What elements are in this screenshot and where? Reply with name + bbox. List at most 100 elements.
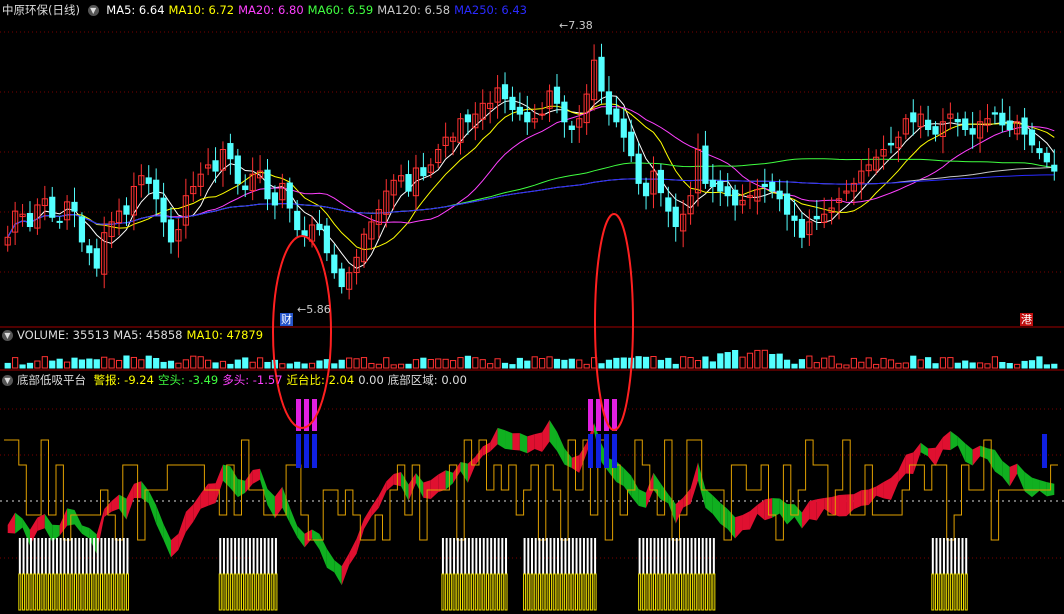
stock-chart[interactable] — [0, 0, 1064, 614]
volume-bar — [160, 361, 167, 369]
candle-body — [93, 248, 100, 269]
volume-toggle-icon[interactable]: ▼ — [2, 330, 13, 341]
volume-bar — [962, 360, 969, 369]
candle-body — [1036, 148, 1043, 154]
candle-body — [761, 183, 768, 187]
volume-bar — [783, 359, 791, 369]
bottom-signal-bar — [85, 538, 88, 574]
volume-bar — [472, 357, 479, 369]
volume-bar — [702, 356, 709, 369]
indicator-ribbon-segment — [148, 490, 157, 524]
bottom-zone-bar — [118, 573, 122, 611]
candle-body — [1028, 129, 1036, 146]
bottom-signal-bar — [675, 538, 678, 574]
bottom-zone-bar — [964, 573, 968, 611]
bottom-zone-bar — [578, 573, 582, 611]
bottom-zone-bar — [463, 573, 467, 611]
candle-body — [420, 167, 427, 177]
indicator-ribbon-segment — [438, 470, 446, 493]
short-signal-bar — [588, 434, 593, 468]
bottom-signal-bar — [683, 538, 686, 574]
bottom-signal-bar — [954, 538, 957, 574]
candle-body — [665, 197, 672, 212]
volume-bar — [1036, 356, 1043, 369]
bottom-zone-bar — [931, 573, 935, 611]
bottom-signal-bar — [237, 538, 240, 574]
volume-bar — [41, 356, 48, 369]
bottom-signal-bar — [679, 538, 682, 574]
candle-body — [78, 216, 86, 243]
volume-bar — [101, 356, 108, 369]
volume-bar — [360, 357, 368, 369]
volume-bar — [724, 352, 731, 369]
volume-legend-item-0: VOLUME: 35513 — [17, 328, 110, 342]
bottom-zone-bar — [693, 573, 697, 611]
bottom-zone-bar — [36, 573, 40, 611]
bottom-zone-bar — [949, 573, 953, 611]
candle-body — [910, 112, 917, 123]
volume-bar — [123, 355, 130, 369]
volume-bar — [791, 363, 798, 369]
bottom-zone-bar — [241, 573, 245, 611]
bottom-zone-bar — [682, 573, 686, 611]
volume-bar — [398, 363, 405, 369]
candle-body — [991, 112, 999, 115]
volume-bar — [256, 357, 264, 369]
bottom-zone-bar — [25, 573, 29, 611]
short-signal-bar — [612, 434, 617, 468]
volume-bar — [234, 359, 241, 369]
volume-bar — [687, 356, 694, 369]
bottom-signal-bar — [534, 538, 537, 574]
indicator-legend: 警报: -9.24 空头: -3.49 多头: -1.57 近台比: 2.04 0.00… — [94, 373, 471, 387]
bottom-signal-bar — [67, 538, 70, 574]
finance-marker[interactable]: 财 — [280, 313, 293, 326]
bottom-zone-bar — [667, 573, 671, 611]
short-signal-bar — [596, 434, 601, 468]
bottom-signal-bar — [575, 538, 578, 574]
volume-legend-item-2: MA10: 47879 — [186, 328, 264, 342]
bottom-zone-bar — [660, 573, 664, 611]
bottom-signal-bar — [263, 538, 266, 574]
bottom-zone-bar — [497, 573, 501, 611]
bottom-signal-bar — [564, 538, 567, 574]
volume-bar — [390, 364, 397, 369]
bottom-zone-bar — [125, 573, 129, 611]
bottom-zone-bar — [712, 573, 716, 611]
bottom-signal-bar — [712, 538, 715, 574]
volume-bar — [694, 360, 702, 369]
bottom-signal-bar — [48, 538, 51, 574]
bottom-signal-bar — [37, 538, 40, 574]
volume-bar — [709, 361, 716, 369]
settings-toggle-icon[interactable]: ▼ — [87, 5, 99, 16]
volume-bar — [947, 357, 954, 369]
bottom-zone-bar — [474, 573, 478, 611]
price-panel-header: 中原环保(日线) ▼ MA5: 6.64 MA10: 6.72 MA20: 6.80… — [2, 3, 535, 18]
volume-bar — [115, 359, 123, 369]
volume-bar — [769, 353, 776, 369]
volume-bar — [197, 356, 204, 369]
candle-body — [776, 190, 783, 200]
bottom-signal-bar — [531, 538, 533, 574]
candle-body — [264, 169, 271, 200]
bottom-signal-bar — [638, 538, 641, 574]
bottom-signal-bar — [122, 538, 125, 574]
bottom-zone-bar — [942, 573, 946, 611]
bottom-zone-bar — [122, 573, 126, 611]
volume-bar — [190, 355, 197, 369]
bottom-signal-bar — [542, 538, 545, 574]
bottom-zone-bar — [103, 573, 107, 611]
indicator-toggle-icon[interactable]: ▼ — [2, 375, 13, 386]
indicator-ribbon-segment — [171, 533, 179, 558]
bottom-zone-bar — [22, 573, 26, 611]
bottom-signal-bar — [104, 538, 107, 574]
volume-bar — [71, 357, 78, 369]
bottom-zone-bar — [935, 573, 939, 611]
indicator-ribbon-segment — [816, 497, 825, 521]
bottom-zone-bar — [946, 573, 950, 611]
candle-body — [323, 225, 330, 254]
hk-connect-marker[interactable]: 港 — [1020, 313, 1033, 326]
indicator-ribbon-segment — [519, 433, 528, 454]
bottom-signal-bar — [115, 538, 118, 574]
bottom-signal-bar — [248, 538, 251, 574]
candle-body — [783, 193, 791, 215]
